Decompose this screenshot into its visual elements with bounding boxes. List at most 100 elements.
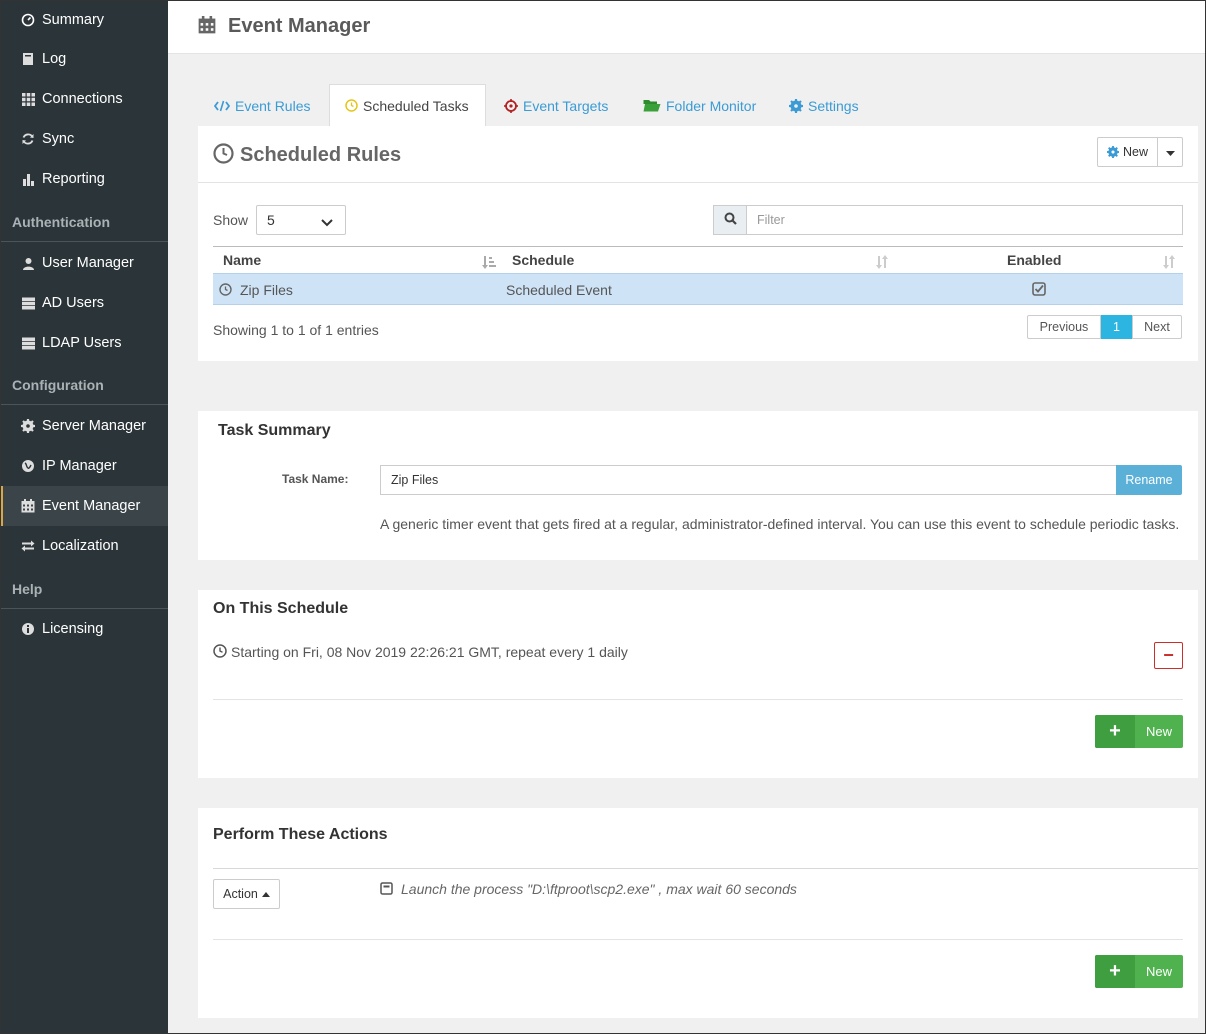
search-icon [724, 212, 737, 228]
tab-settings[interactable]: Settings [789, 84, 859, 127]
divider [213, 868, 1198, 869]
tab-label: Event Targets [523, 97, 609, 114]
sidebar-item-ip-manager[interactable]: IP Manager [0, 446, 168, 486]
sidebar-item-label: AD Users [42, 295, 105, 311]
schedule-entry: Starting on Fri, 08 Nov 2019 22:26:21 GM… [231, 644, 628, 660]
sidebar-section-help: Help [12, 581, 43, 597]
divider [213, 939, 1183, 940]
caret-up-icon [261, 891, 270, 897]
sidebar-item-reporting[interactable]: Reporting [0, 159, 168, 199]
row-name: Zip Files [240, 282, 293, 298]
table-info: Showing 1 to 1 of 1 entries [213, 322, 379, 338]
new-action-button[interactable]: + New [1095, 955, 1183, 988]
row-schedule: Scheduled Event [506, 282, 612, 298]
sort-both-icon[interactable] [875, 255, 889, 272]
tab-label: Settings [808, 97, 859, 114]
sidebar-item-ldap-users[interactable]: LDAP Users [0, 323, 168, 363]
new-rule-button[interactable]: New [1097, 137, 1158, 167]
show-label: Show [213, 212, 249, 228]
dashboard-icon [20, 12, 36, 28]
window-icon [380, 882, 393, 898]
clock-icon [213, 644, 227, 661]
exchange-icon [20, 538, 36, 554]
tab-folder-monitor[interactable]: Folder Monitor [643, 84, 756, 127]
grid-icon [20, 91, 36, 107]
actions-panel: Perform These Actions Action Launch the … [198, 808, 1198, 1018]
tab-scheduled-tasks[interactable]: Scheduled Tasks [329, 84, 486, 127]
sidebar-item-label: IP Manager [42, 458, 117, 474]
column-header-schedule[interactable]: Schedule [512, 252, 574, 268]
sidebar-divider [0, 404, 168, 405]
new-schedule-button[interactable]: + New [1095, 715, 1183, 748]
task-description: A generic timer event that gets fired at… [380, 516, 1180, 532]
pagination-page-1[interactable]: 1 [1101, 315, 1132, 339]
tab-label: Scheduled Tasks [363, 97, 469, 114]
sidebar: Summary Log Connections Sync Reporting A… [0, 0, 168, 1034]
table-row[interactable]: Zip Files Scheduled Event [213, 273, 1183, 305]
divider [198, 182, 1198, 183]
sidebar-item-summary[interactable]: Summary [0, 0, 168, 40]
remove-schedule-button[interactable]: − [1154, 642, 1183, 669]
book-icon [20, 51, 36, 67]
sidebar-item-label: Sync [42, 131, 75, 147]
caret-down-icon [1165, 145, 1175, 159]
pagination-next[interactable]: Next [1132, 315, 1182, 339]
sidebar-item-localization[interactable]: Localization [0, 526, 168, 566]
sidebar-item-label: User Manager [42, 255, 134, 271]
column-header-name[interactable]: Name [223, 252, 261, 268]
clock-icon [219, 283, 232, 299]
button-label: New [1145, 964, 1172, 979]
task-name-input[interactable]: Zip Files [380, 465, 1117, 495]
sidebar-item-log[interactable]: Log [0, 39, 168, 79]
rename-button[interactable]: Rename [1116, 465, 1182, 495]
filter-input[interactable]: Filter [746, 205, 1183, 235]
page-size-select[interactable]: 5 [256, 205, 346, 235]
scheduled-rules-panel: Scheduled Rules New Show 5 Filter Name S… [198, 126, 1198, 361]
column-header-enabled[interactable]: Enabled [1007, 252, 1061, 268]
sidebar-item-label: Connections [42, 91, 123, 107]
folder-open-icon [643, 99, 661, 112]
sidebar-item-event-manager[interactable]: Event Manager [0, 486, 168, 526]
search-addon [713, 205, 747, 235]
table-top-border [213, 246, 1183, 247]
sidebar-item-label: LDAP Users [42, 335, 122, 351]
server-icon [20, 335, 36, 351]
pagination-previous[interactable]: Previous [1027, 315, 1101, 339]
divider [213, 699, 1183, 700]
code-icon [214, 100, 230, 112]
sidebar-item-licensing[interactable]: Licensing [0, 609, 168, 649]
tab-label: Folder Monitor [666, 97, 757, 114]
button-label: Action [223, 887, 258, 901]
action-entry: Launch the process "D:\ftproot\scp2.exe"… [401, 881, 797, 897]
calendar-icon [20, 498, 36, 514]
panel-title: On This Schedule [213, 600, 349, 617]
action-menu-button[interactable]: Action [213, 879, 280, 909]
panel-title: Scheduled Rules [240, 144, 402, 166]
sidebar-item-label: Reporting [42, 171, 105, 187]
globe-icon [20, 458, 36, 474]
sidebar-item-connections[interactable]: Connections [0, 79, 168, 119]
sidebar-item-label: Licensing [42, 621, 104, 637]
sidebar-item-user-manager[interactable]: User Manager [0, 243, 168, 283]
task-summary-panel: Task Summary Task Name: Zip Files Rename… [198, 411, 1198, 560]
tab-event-targets[interactable]: Event Targets [504, 84, 608, 127]
schedule-panel: On This Schedule Starting on Fri, 08 Nov… [198, 590, 1198, 778]
new-rule-dropdown-toggle[interactable] [1157, 137, 1183, 167]
sidebar-item-server-manager[interactable]: Server Manager [0, 406, 168, 446]
sidebar-section-authentication: Authentication [12, 214, 110, 230]
checked-checkbox-icon [1032, 282, 1046, 299]
sidebar-item-label: Event Manager [42, 498, 141, 514]
page-header: Event Manager [168, 0, 1206, 54]
bar-chart-icon [20, 171, 36, 187]
panel-title: Task Summary [218, 422, 331, 439]
sort-ascending-icon[interactable] [482, 255, 496, 272]
sidebar-item-sync[interactable]: Sync [0, 119, 168, 159]
sidebar-item-ad-users[interactable]: AD Users [0, 283, 168, 323]
sidebar-section-configuration: Configuration [12, 377, 104, 393]
sort-both-icon[interactable] [1162, 255, 1176, 272]
sidebar-divider [0, 241, 168, 242]
crosshairs-icon [504, 98, 518, 113]
sidebar-item-label: Summary [42, 12, 105, 28]
tab-event-rules[interactable]: Event Rules [214, 84, 310, 127]
info-icon [20, 621, 36, 637]
